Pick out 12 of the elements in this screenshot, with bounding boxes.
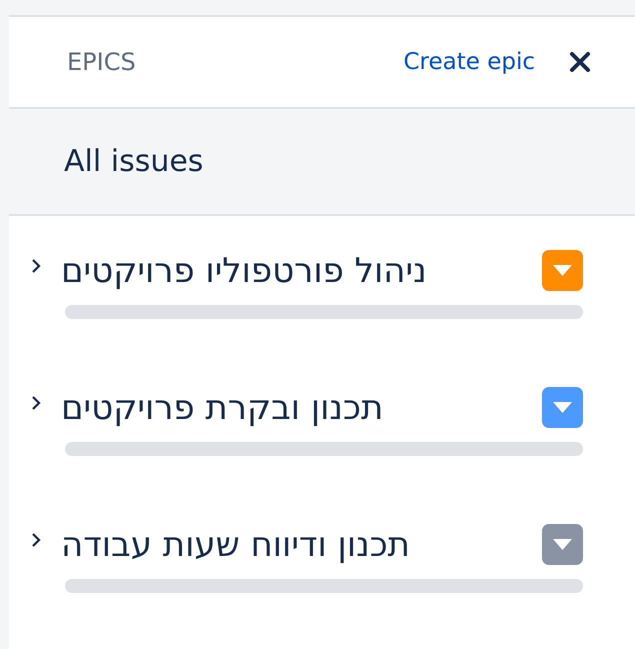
close-icon bbox=[569, 51, 591, 73]
create-epic-link[interactable]: Create epic bbox=[403, 49, 535, 75]
epic-name[interactable]: ניהול פורטפוליו פרויקטים bbox=[61, 250, 522, 290]
chevron-icon[interactable] bbox=[31, 532, 41, 548]
chevron-icon[interactable] bbox=[31, 258, 41, 274]
epic-dropdown-icon[interactable] bbox=[542, 524, 583, 565]
panel-title: EPICS bbox=[67, 48, 137, 76]
epic-name[interactable]: תכנון ודיווח שעות עבודה bbox=[61, 524, 522, 564]
epic-name[interactable]: תכנון ובקרת פרויקטים bbox=[61, 388, 522, 428]
epic-dropdown-icon[interactable] bbox=[542, 387, 583, 428]
chevron-icon[interactable] bbox=[31, 395, 41, 411]
all-issues-item[interactable]: All issues bbox=[9, 109, 635, 216]
